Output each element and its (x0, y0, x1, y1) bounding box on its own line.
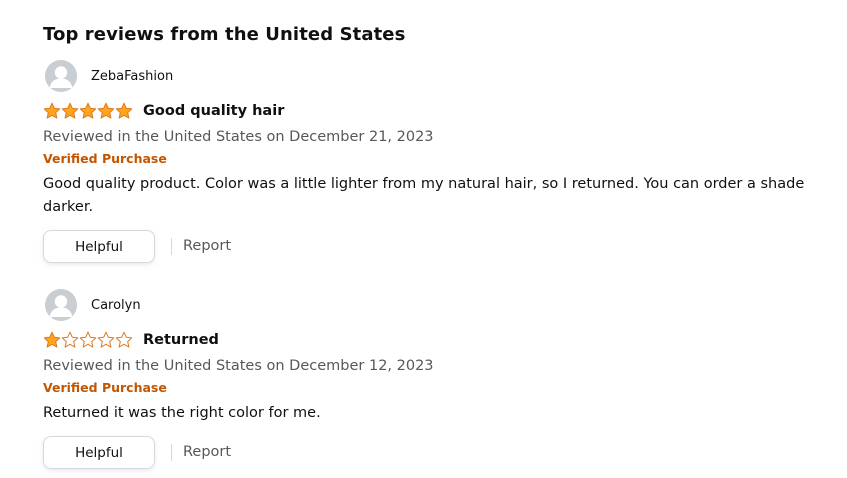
star-filled-icon (43, 102, 61, 119)
star-filled-icon (97, 102, 115, 119)
helpful-button[interactable]: Helpful (43, 230, 155, 263)
review-title[interactable]: Good quality hair (143, 103, 284, 119)
review-actions: Helpful Report (43, 436, 833, 472)
star-filled-icon (115, 102, 133, 119)
helpful-button[interactable]: Helpful (43, 436, 155, 469)
review-body: Good quality product. Color was a little… (43, 176, 805, 215)
review-date: Reviewed in the United States on Decembe… (43, 358, 434, 374)
review-profile[interactable]: ZebaFashion (43, 60, 833, 94)
star-rating[interactable] (43, 102, 133, 122)
star-empty-icon (61, 331, 79, 348)
review-card: Carolyn Returned Reviewed in the United … (43, 289, 833, 472)
review-title[interactable]: Returned (143, 332, 219, 348)
review-body: Returned it was the right color for me. (43, 405, 321, 421)
star-empty-icon (115, 331, 133, 348)
star-empty-icon (79, 331, 97, 348)
review-header: Good quality hair (43, 102, 833, 126)
verified-purchase-badge: Verified Purchase (43, 380, 167, 395)
action-divider (171, 238, 172, 255)
review-card: ZebaFashion Good quality hair Reviewed i… (43, 60, 833, 266)
verified-purchase-badge: Verified Purchase (43, 151, 167, 166)
review-actions: Helpful Report (43, 230, 833, 266)
star-filled-icon (61, 102, 79, 119)
report-link[interactable]: Report (183, 238, 231, 254)
section-title: Top reviews from the United States (43, 23, 406, 45)
profile-name[interactable]: Carolyn (91, 298, 141, 313)
star-empty-icon (97, 331, 115, 348)
review-header: Returned (43, 331, 833, 355)
avatar-icon (45, 289, 77, 321)
review-profile[interactable]: Carolyn (43, 289, 833, 323)
action-divider (171, 444, 172, 461)
star-rating[interactable] (43, 331, 133, 351)
star-filled-icon (43, 331, 61, 348)
profile-name[interactable]: ZebaFashion (91, 69, 173, 84)
avatar-icon (45, 60, 77, 92)
report-link[interactable]: Report (183, 444, 231, 460)
review-date: Reviewed in the United States on Decembe… (43, 129, 434, 145)
star-filled-icon (79, 102, 97, 119)
